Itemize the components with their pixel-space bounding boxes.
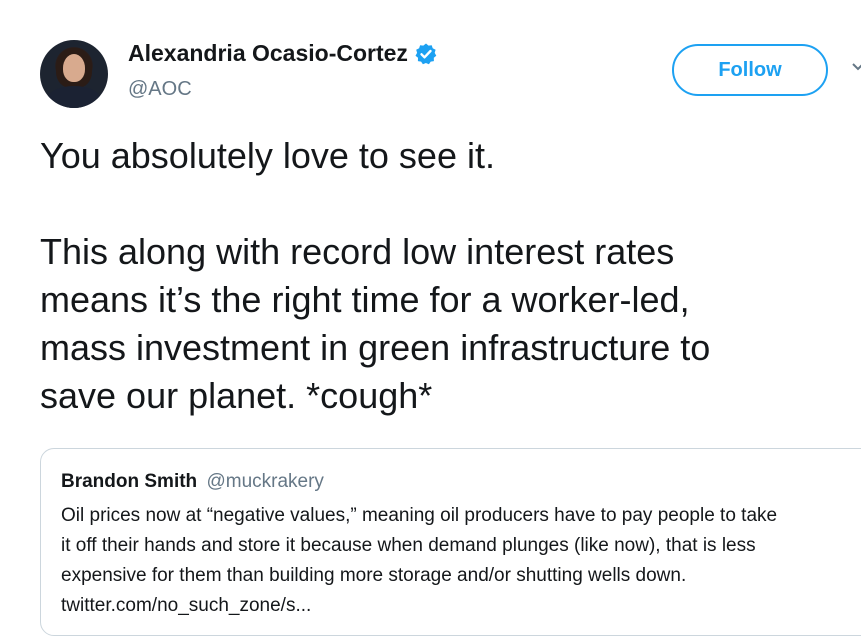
quoted-author-handle: @muckrakery	[206, 471, 324, 492]
quoted-tweet-text: Oil prices now at “negative values,” mea…	[61, 501, 861, 621]
quoted-line: Oil prices now at “negative values,” mea…	[61, 505, 778, 526]
quoted-tweet-card[interactable]: Brandon Smith @muckrakery Oil prices now…	[40, 448, 861, 636]
verified-badge-icon	[415, 43, 437, 64]
follow-button[interactable]: Follow	[672, 44, 828, 96]
tweet-line: means it’s the right time for a worker-l…	[40, 279, 690, 320]
tweet-text: You absolutely love to see it. This alon…	[40, 132, 840, 420]
tweet-line: mass investment in green infrastructure …	[40, 327, 711, 368]
quoted-line: expensive for them than building more st…	[61, 565, 687, 586]
avatar-face	[63, 54, 85, 82]
quoted-author-name: Brandon Smith	[61, 471, 198, 492]
author-name-row: Alexandria Ocasio-Cortez	[128, 40, 438, 67]
tweet-line: save our planet. *cough*	[40, 375, 433, 416]
author-handle[interactable]: @AOC	[128, 78, 192, 101]
quoted-line: it off their hands and store it because …	[61, 535, 756, 556]
quoted-link[interactable]: twitter.com/no_such_zone/s...	[61, 591, 861, 621]
avatar[interactable]	[40, 40, 108, 108]
chevron-down-icon[interactable]	[852, 62, 861, 72]
tweet-paragraph: You absolutely love to see it.	[40, 135, 495, 176]
author-display-name[interactable]: Alexandria Ocasio-Cortez	[128, 40, 408, 67]
tweet-line: This along with record low interest rate…	[40, 231, 675, 272]
quoted-tweet-header: Brandon Smith @muckrakery	[61, 469, 859, 495]
avatar-shoulders	[46, 86, 102, 108]
